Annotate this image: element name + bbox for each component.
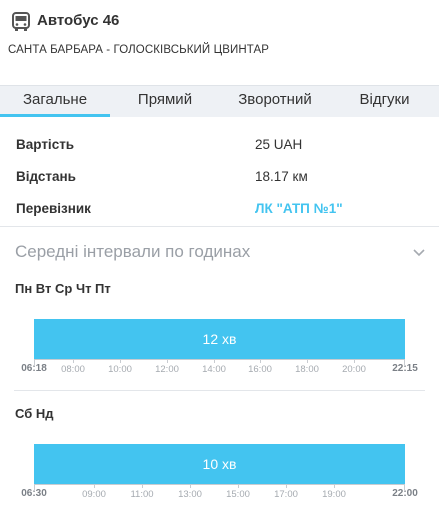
- divider: [14, 390, 425, 391]
- price-label: Вартість: [16, 137, 75, 152]
- bus-icon: [12, 12, 30, 31]
- weekend-interval-bar: 10 хв: [34, 444, 405, 484]
- distance-label: Відстань: [16, 169, 76, 184]
- tab-forward[interactable]: Прямий: [110, 86, 220, 117]
- distance-value: 18.17 км: [255, 169, 308, 184]
- distance-row: Відстань 18.17 км: [0, 169, 439, 189]
- weekdays-tick: 12:00: [155, 364, 179, 375]
- weekdays-tick: 16:00: [248, 364, 272, 375]
- weekend-label: Сб Нд: [15, 406, 54, 421]
- weekend-start-time: 06:30: [21, 488, 47, 499]
- tab-reviews[interactable]: Відгуки: [330, 86, 439, 117]
- intervals-title: Середні інтервали по годинах: [15, 242, 251, 261]
- weekdays-tick: 08:00: [61, 364, 85, 375]
- weekdays-interval-bar: 12 хв: [34, 319, 405, 359]
- route-header: Автобус 46 САНТА БАРБАРА - ГОЛОСКІВСЬКИЙ…: [0, 0, 439, 86]
- weekdays-end-time: 22:15: [392, 363, 418, 374]
- price-value: 25 UAH: [255, 137, 303, 152]
- price-row: Вартість 25 UAH: [0, 137, 439, 157]
- weekdays-start-time: 06:18: [21, 363, 47, 374]
- weekdays-label: Пн Вт Ср Чт Пт: [15, 281, 111, 296]
- weekend-end-time: 22:00: [392, 488, 418, 499]
- carrier-label: Перевізник: [16, 201, 91, 216]
- intervals-header[interactable]: Середні інтервали по годинах: [0, 227, 439, 273]
- weekend-tick: 11:00: [130, 489, 154, 500]
- chevron-down-icon: [413, 249, 425, 257]
- carrier-row: Перевізник ЛК "АТП №1": [0, 201, 439, 221]
- weekdays-tick: 14:00: [202, 364, 226, 375]
- carrier-link[interactable]: ЛК "АТП №1": [255, 201, 343, 216]
- weekdays-tick: 10:00: [108, 364, 132, 375]
- route-subtitle: САНТА БАРБАРА - ГОЛОСКІВСЬКИЙ ЦВИНТАР: [8, 44, 270, 56]
- tab-bar: Загальне Прямий Зворотний Відгуки: [0, 85, 439, 117]
- weekdays-tick: 20:00: [342, 364, 366, 375]
- weekend-tick: 17:00: [274, 489, 298, 500]
- weekend-tick: 19:00: [322, 489, 346, 500]
- tab-return[interactable]: Зворотний: [220, 86, 330, 117]
- weekend-tick: 09:00: [82, 489, 106, 500]
- weekend-tick: 13:00: [178, 489, 202, 500]
- weekend-tick: 15:00: [226, 489, 250, 500]
- weekdays-tick: 18:00: [295, 364, 319, 375]
- route-title: Автобус 46: [37, 12, 120, 29]
- tab-general[interactable]: Загальне: [0, 86, 110, 117]
